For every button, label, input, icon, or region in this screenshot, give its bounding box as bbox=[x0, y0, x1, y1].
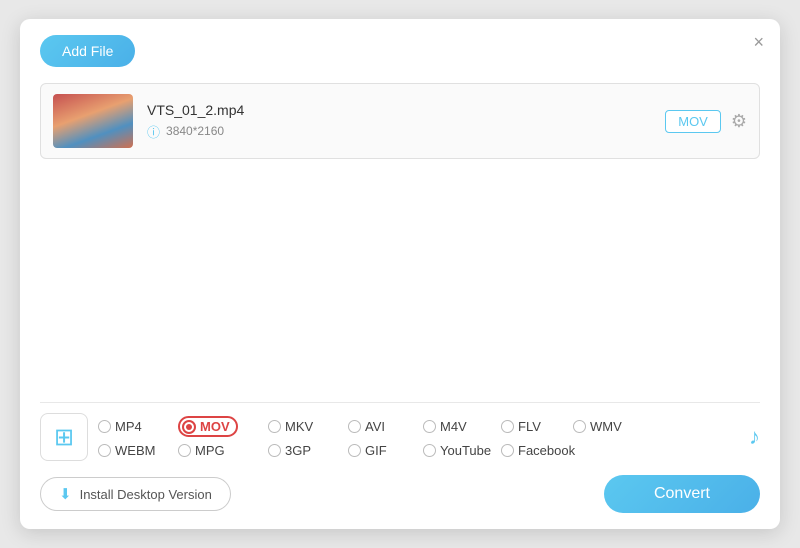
format-label-wmv: WMV bbox=[590, 419, 622, 434]
download-icon: ⬇ bbox=[59, 485, 72, 503]
format-option-avi[interactable]: AVI bbox=[348, 416, 423, 437]
close-button[interactable]: × bbox=[753, 33, 764, 51]
radio-youtube[interactable] bbox=[423, 444, 436, 457]
info-icon: ⓘ bbox=[147, 122, 160, 141]
format-label-webm: WEBM bbox=[115, 443, 155, 458]
format-section: ⊞ MP4 MOV MKV bbox=[40, 413, 760, 461]
radio-flv[interactable] bbox=[501, 420, 514, 433]
radio-gif[interactable] bbox=[348, 444, 361, 457]
mov-ring: MOV bbox=[178, 416, 238, 437]
radio-mpg[interactable] bbox=[178, 444, 191, 457]
format-option-youtube[interactable]: YouTube bbox=[423, 443, 501, 458]
radio-mkv[interactable] bbox=[268, 420, 281, 433]
format-option-m4v[interactable]: M4V bbox=[423, 416, 501, 437]
radio-3gp[interactable] bbox=[268, 444, 281, 457]
format-option-wmv[interactable]: WMV bbox=[573, 416, 645, 437]
radio-wmv[interactable] bbox=[573, 420, 586, 433]
format-grid-wrapper: MP4 MOV MKV AVI M4 bbox=[98, 416, 729, 458]
header-row: Add File bbox=[40, 35, 760, 67]
format-icon-box: ⊞ bbox=[40, 413, 88, 461]
radio-avi[interactable] bbox=[348, 420, 361, 433]
format-label-mkv: MKV bbox=[285, 419, 313, 434]
main-dialog: × Add File VTS_01_2.mp4 ⓘ 3840*2160 MOV … bbox=[20, 19, 780, 529]
file-info: VTS_01_2.mp4 ⓘ 3840*2160 bbox=[147, 102, 665, 141]
format-label-youtube: YouTube bbox=[440, 443, 491, 458]
film-icon: ⊞ bbox=[54, 423, 74, 452]
format-option-mpg[interactable]: MPG bbox=[178, 443, 268, 458]
format-option-facebook[interactable]: Facebook bbox=[501, 443, 591, 458]
format-option-flv[interactable]: FLV bbox=[501, 416, 573, 437]
format-badge-button[interactable]: MOV bbox=[665, 110, 721, 133]
format-row-1: MP4 MOV MKV AVI M4 bbox=[98, 416, 729, 437]
file-item: VTS_01_2.mp4 ⓘ 3840*2160 MOV ⚙ bbox=[40, 83, 760, 159]
install-desktop-button[interactable]: ⬇ Install Desktop Version bbox=[40, 477, 231, 511]
radio-facebook[interactable] bbox=[501, 444, 514, 457]
format-option-mkv[interactable]: MKV bbox=[268, 416, 348, 437]
install-label: Install Desktop Version bbox=[80, 487, 212, 502]
convert-button[interactable]: Convert bbox=[604, 475, 760, 513]
settings-icon[interactable]: ⚙ bbox=[731, 111, 747, 132]
format-label-mov: MOV bbox=[200, 419, 230, 434]
add-file-button[interactable]: Add File bbox=[40, 35, 135, 67]
divider bbox=[40, 402, 760, 403]
radio-m4v[interactable] bbox=[423, 420, 436, 433]
format-label-mpg: MPG bbox=[195, 443, 225, 458]
format-label-3gp: 3GP bbox=[285, 443, 311, 458]
format-row-2: WEBM MPG 3GP GIF YouTube bbox=[98, 443, 729, 458]
format-label-gif: GIF bbox=[365, 443, 387, 458]
file-name: VTS_01_2.mp4 bbox=[147, 102, 665, 118]
format-label-mp4: MP4 bbox=[115, 419, 142, 434]
radio-webm[interactable] bbox=[98, 444, 111, 457]
bottom-row: ⬇ Install Desktop Version Convert bbox=[40, 475, 760, 513]
format-option-3gp[interactable]: 3GP bbox=[268, 443, 348, 458]
file-meta: ⓘ 3840*2160 bbox=[147, 122, 665, 141]
radio-mov[interactable] bbox=[182, 420, 196, 434]
radio-mp4[interactable] bbox=[98, 420, 111, 433]
format-option-mp4[interactable]: MP4 bbox=[98, 416, 178, 437]
file-resolution: 3840*2160 bbox=[166, 124, 224, 138]
file-actions: MOV ⚙ bbox=[665, 110, 747, 133]
music-icon-wrapper: ♪ bbox=[739, 424, 760, 450]
format-label-avi: AVI bbox=[365, 419, 385, 434]
format-label-flv: FLV bbox=[518, 419, 541, 434]
format-label-m4v: M4V bbox=[440, 419, 467, 434]
format-option-webm[interactable]: WEBM bbox=[98, 443, 178, 458]
file-list: VTS_01_2.mp4 ⓘ 3840*2160 MOV ⚙ bbox=[40, 83, 760, 388]
format-option-gif[interactable]: GIF bbox=[348, 443, 423, 458]
file-thumbnail bbox=[53, 94, 133, 148]
music-icon: ♪ bbox=[749, 424, 760, 449]
format-label-facebook: Facebook bbox=[518, 443, 575, 458]
format-option-mov[interactable]: MOV bbox=[178, 416, 268, 437]
